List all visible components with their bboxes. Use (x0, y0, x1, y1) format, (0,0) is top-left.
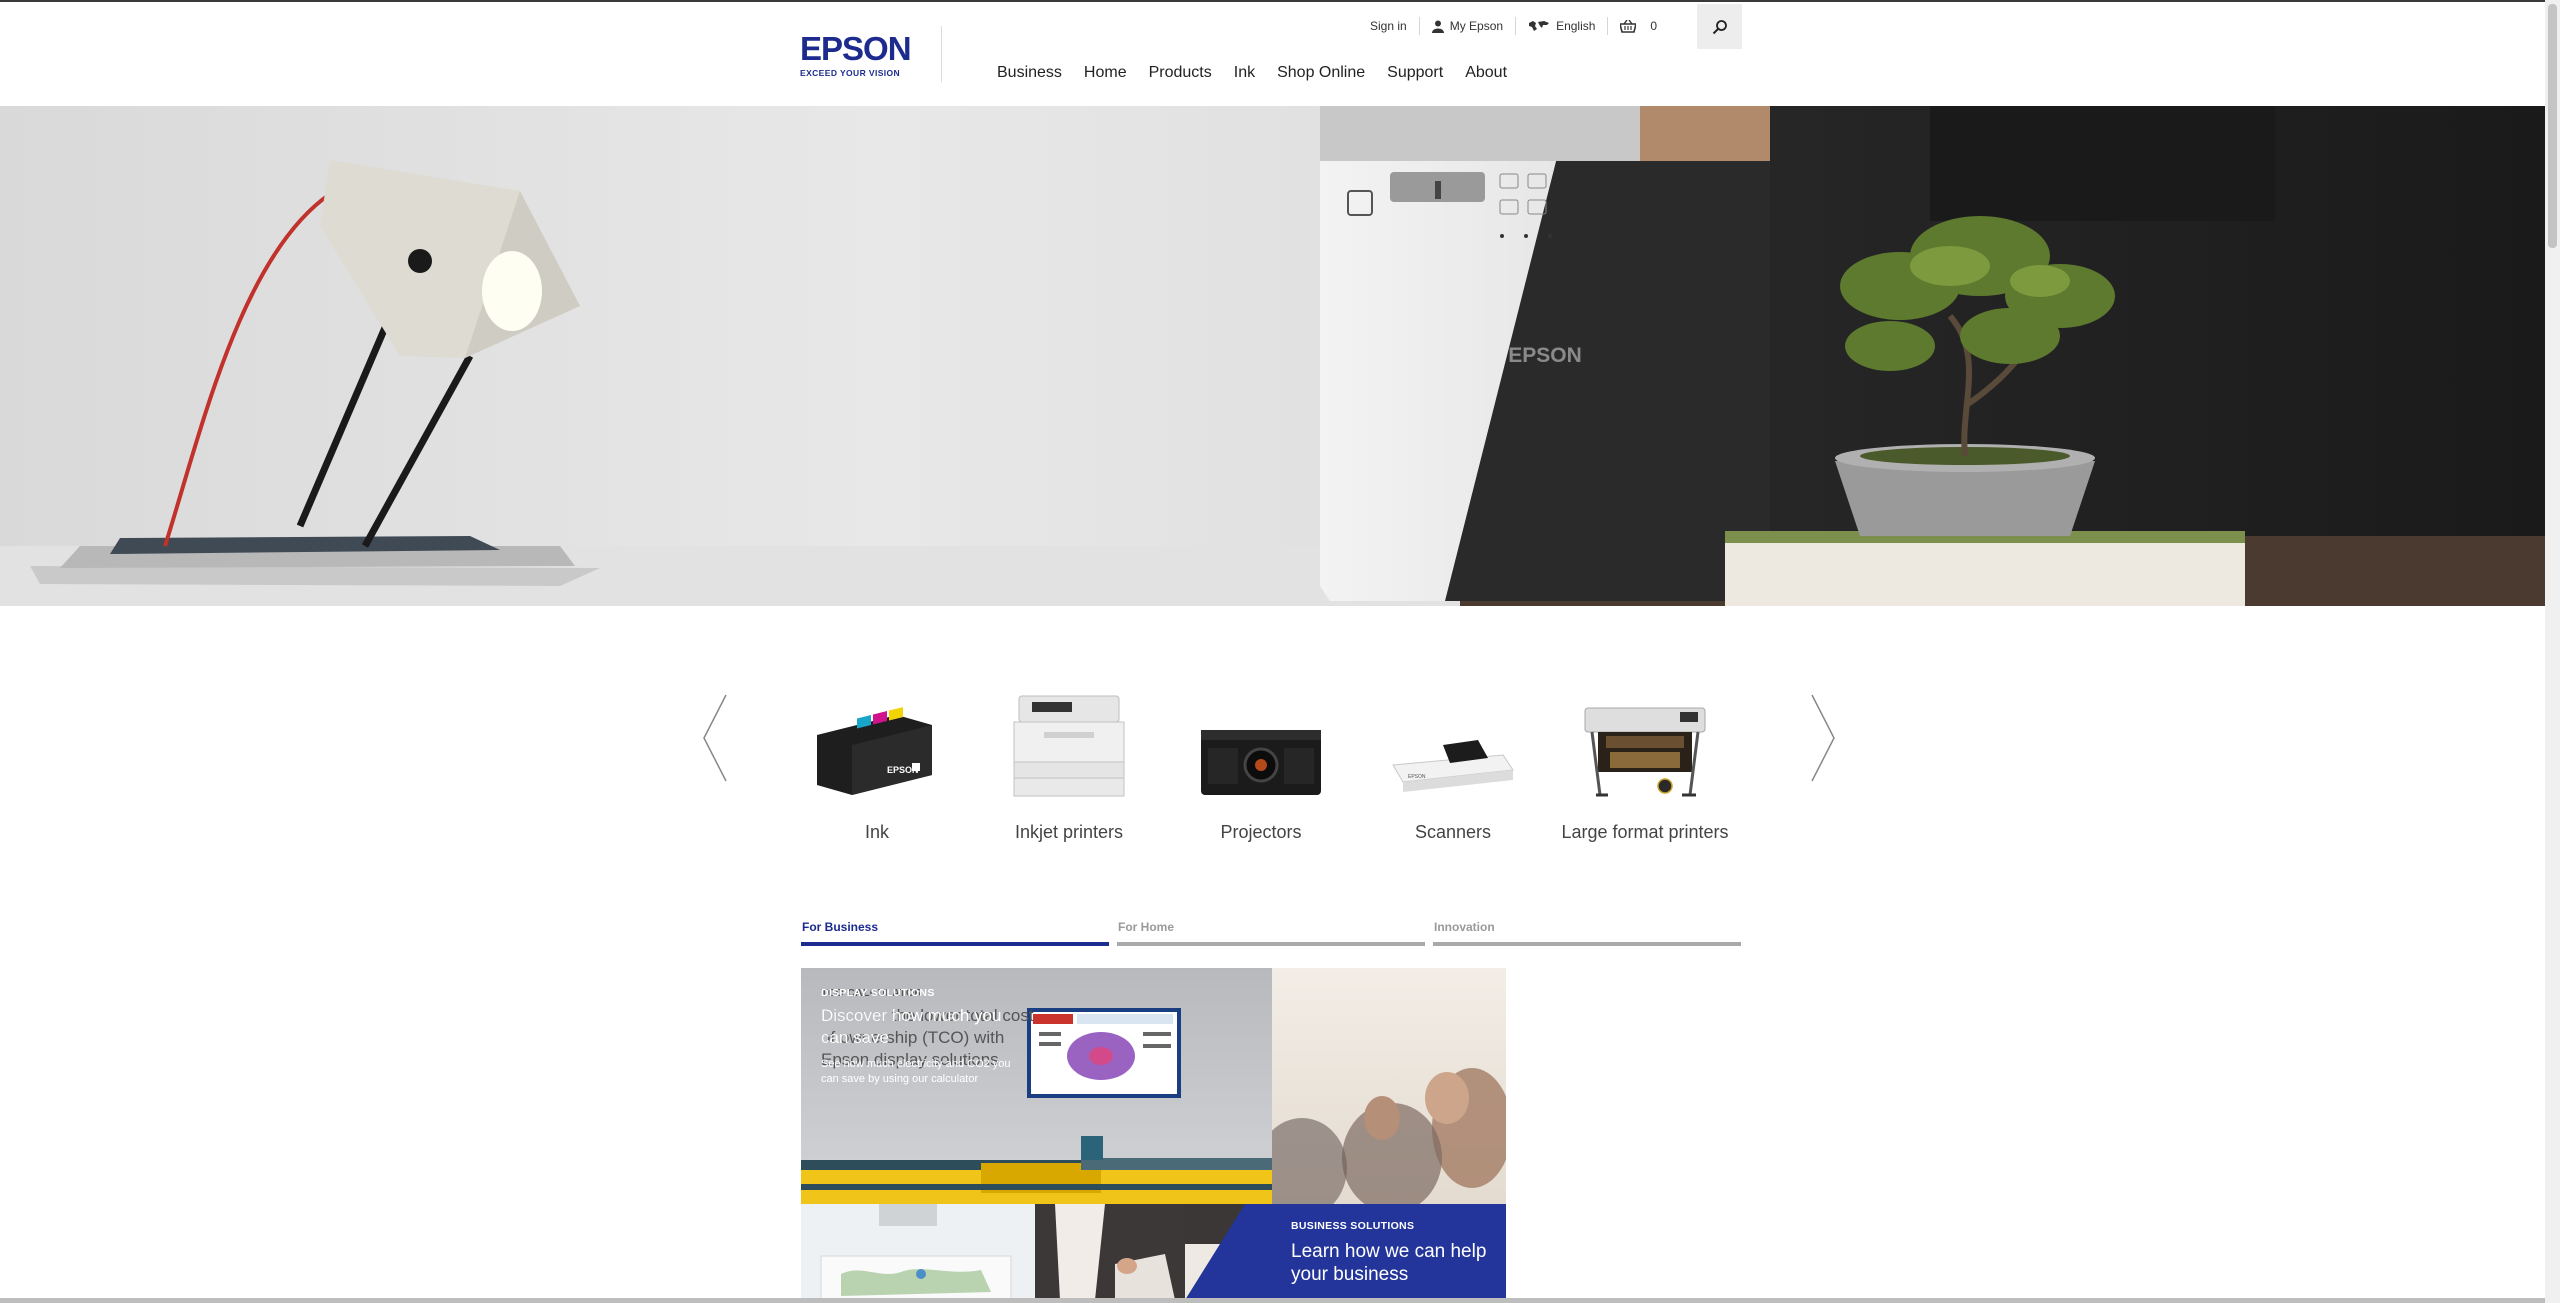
business-solutions-tile[interactable]: BUSINESS SOLUTIONS Learn how we can help… (1185, 1204, 1506, 1300)
util-separator (1607, 17, 1609, 35)
main-nav: Business Home Products Ink Shop Online S… (997, 64, 1529, 82)
business-tile-heading: Learn how we can help your business (1291, 1241, 1487, 1285)
tab-label: Innovation (1434, 920, 1495, 934)
tab-for-home[interactable]: For Home (1117, 920, 1425, 946)
carousel-prev-arrow[interactable] (700, 693, 730, 783)
category-inkjet-printers[interactable]: Inkjet printers (979, 685, 1159, 843)
nav-ink[interactable]: Ink (1234, 64, 1255, 82)
basket-icon (1620, 19, 1637, 33)
audience-tabs: For Business For Home Innovation (801, 920, 1742, 950)
business-person-image (1035, 1204, 1185, 1300)
chevron-right-icon (1811, 694, 1835, 782)
util-separator (1515, 17, 1517, 35)
nav-business[interactable]: Business (997, 64, 1062, 82)
scrollbar-thumb[interactable] (2548, 4, 2557, 248)
tile-heading: Discover how much you can save (821, 1006, 1002, 1047)
business-tile-kicker: BUSINESS SOLUTIONS (1291, 1220, 1415, 1232)
tab-label: For Business (802, 920, 879, 934)
device-brand-text: EPSON (1508, 344, 1582, 367)
my-epson-link[interactable]: My Epson (1431, 19, 1504, 33)
search-icon (1712, 19, 1727, 34)
cart-count: 0 (1650, 19, 1658, 33)
logo-wordmark: EPSON (800, 30, 912, 67)
tile-kicker: DISPLAY SOLUTIONS (821, 987, 935, 999)
nav-shop-online[interactable]: Shop Online (1277, 64, 1365, 82)
category-label: Projectors (1220, 822, 1302, 842)
world-map-image (820, 1204, 1012, 1300)
my-epson-label: My Epson (1449, 19, 1504, 33)
category-projectors[interactable]: Projectors (1171, 685, 1351, 843)
category-label: Ink (864, 822, 889, 842)
blurred-audience-image (1272, 1068, 1506, 1204)
inkjet-printer-icon (1013, 695, 1125, 797)
tab-label: For Home (1118, 920, 1175, 934)
globe-map-icon (1529, 21, 1550, 31)
nav-products[interactable]: Products (1149, 64, 1212, 82)
user-icon (1431, 20, 1444, 33)
business-tile-text: BUSINESS SOLUTIONS Learn how we can help… (1291, 1220, 1491, 1286)
nav-about[interactable]: About (1465, 64, 1507, 82)
content-tiles: TCO CALCULATOR Discover the lower total … (801, 968, 1506, 1300)
language-selector[interactable]: English (1528, 19, 1595, 33)
scanner-icon: EPSON (1392, 740, 1514, 792)
tab-indicator (1117, 942, 1425, 946)
category-ink[interactable]: EPSON Ink (787, 685, 967, 843)
hero-illustration: EPSON (0, 106, 2545, 606)
tile-body: See how much electricity and CO2 you can… (821, 1058, 1011, 1085)
svg-text:EPSON: EPSON (1408, 774, 1426, 780)
large-format-printer-icon (1584, 707, 1706, 797)
nav-home[interactable]: Home (1084, 64, 1127, 82)
header-divider (941, 26, 942, 82)
search-button[interactable] (1697, 4, 1742, 49)
site-header: EPSON EXCEED YOUR VISION Sign in My Epso… (0, 2, 2545, 106)
people-image-tile[interactable] (1272, 968, 1506, 1204)
language-label: English (1556, 19, 1596, 33)
util-separator (1418, 17, 1420, 35)
map-image-tile[interactable] (801, 1204, 1035, 1300)
projector-icon (1201, 730, 1321, 795)
category-label: Large format printers (1561, 822, 1729, 842)
chevron-left-icon (703, 694, 727, 782)
nav-support[interactable]: Support (1387, 64, 1443, 82)
utility-bar: Sign in My Epson English 0 (1370, 12, 1657, 40)
tab-innovation[interactable]: Innovation (1433, 920, 1741, 946)
cart-link[interactable]: 0 (1620, 19, 1657, 33)
tab-indicator-active (801, 942, 1109, 946)
tab-indicator (1433, 942, 1741, 946)
ink-cartridges-icon: EPSON (817, 707, 932, 795)
hero-banner[interactable]: EPSON (0, 106, 2545, 606)
tile-text-front: DISPLAY SOLUTIONS Discover how much you … (821, 987, 1031, 1087)
product-category-carousel: EPSON Ink Inkjet printers Projectors EPS… (700, 675, 1840, 865)
display-solutions-tile[interactable]: TCO CALCULATOR Discover the lower total … (801, 968, 1272, 1204)
page-scrollbar[interactable] (2545, 0, 2560, 1303)
handshake-image-tile[interactable] (1035, 1204, 1185, 1300)
tab-for-business[interactable]: For Business (801, 920, 1109, 946)
category-large-format-printers[interactable]: Large format printers (1555, 685, 1735, 843)
carousel-next-arrow[interactable] (1808, 693, 1838, 783)
sign-in-link[interactable]: Sign in (1370, 19, 1407, 33)
logo-tagline: EXCEED YOUR VISION (800, 68, 901, 78)
category-label: Scanners (1414, 822, 1492, 842)
category-scanners[interactable]: EPSON Scanners (1363, 685, 1543, 843)
epson-logo[interactable]: EPSON EXCEED YOUR VISION (800, 30, 920, 78)
window-bottom-edge (0, 1298, 2545, 1303)
category-label: Inkjet printers (1014, 822, 1124, 842)
